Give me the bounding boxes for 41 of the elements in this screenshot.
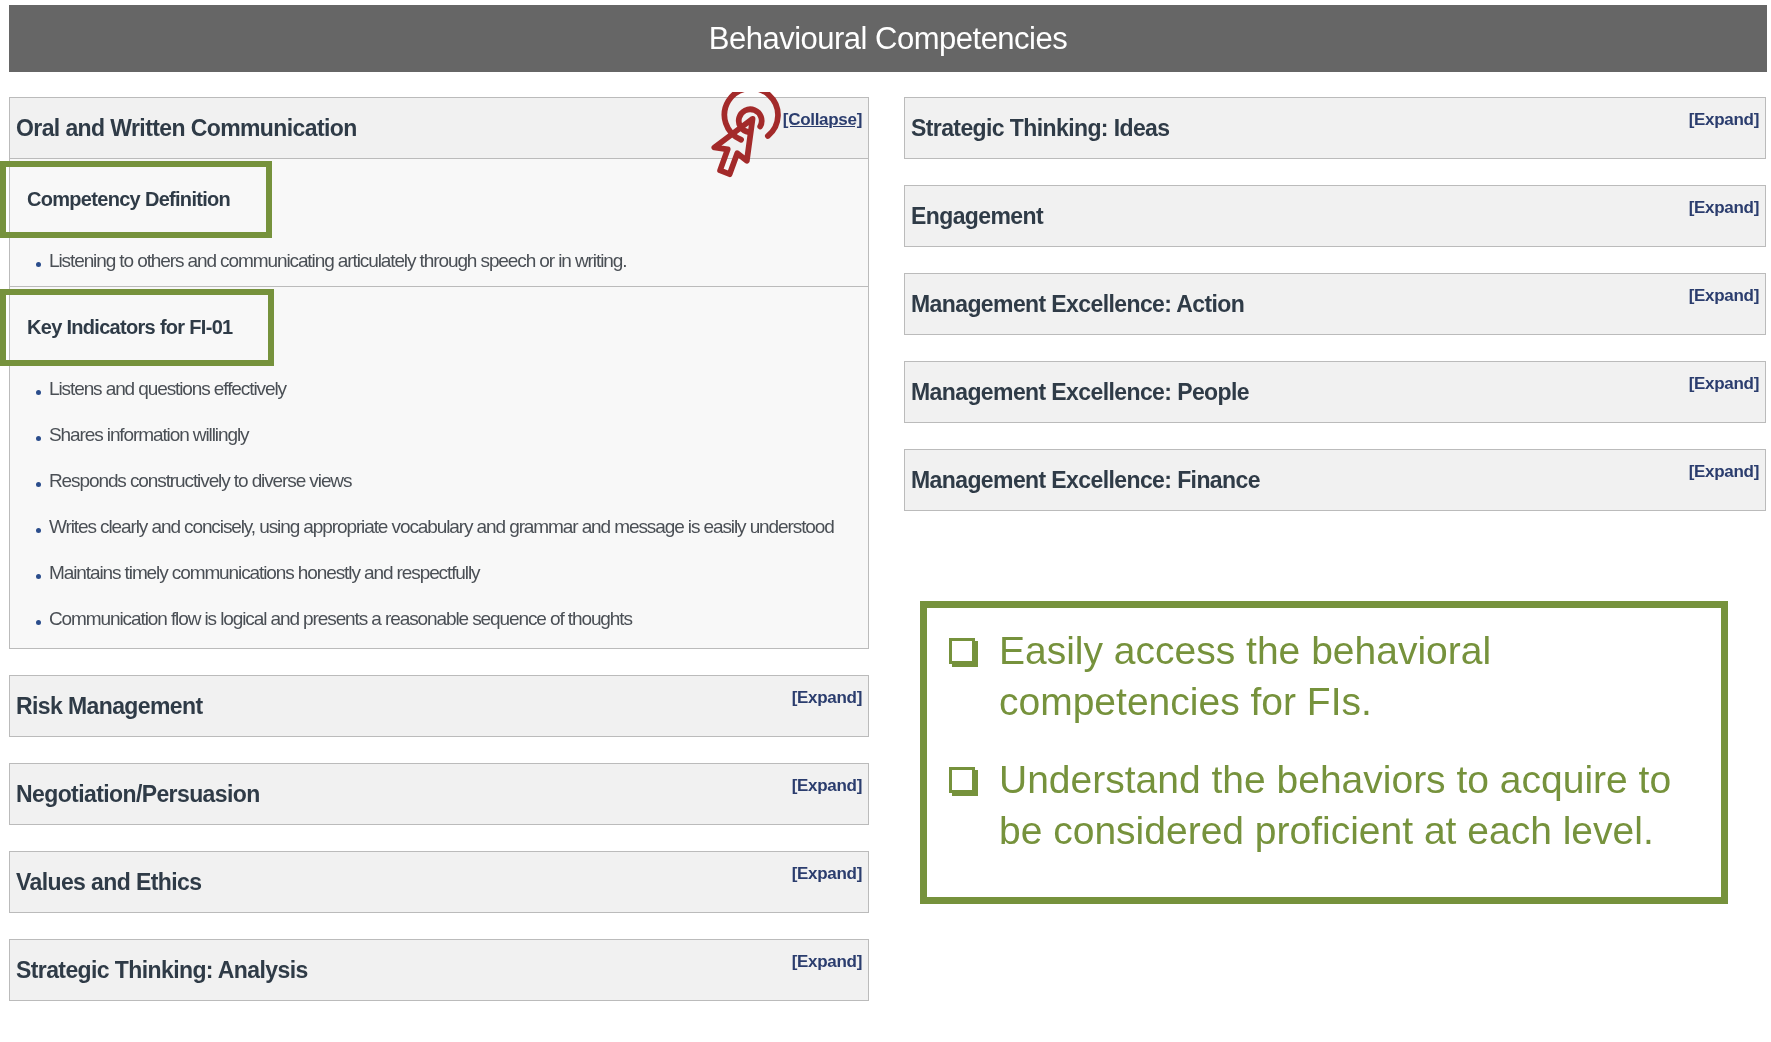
bullet-text: Listens and questions effectively bbox=[49, 378, 286, 400]
expand-link[interactable]: [Expand] bbox=[1688, 462, 1759, 482]
bullet-icon bbox=[36, 619, 41, 625]
panel-title: Negotiation/Persuasion bbox=[16, 780, 261, 808]
panel-title: Management Excellence: People bbox=[911, 378, 1250, 406]
expand-link[interactable]: [Expand] bbox=[1688, 110, 1759, 130]
bullet-icon bbox=[36, 527, 41, 533]
panel-title: Strategic Thinking: Ideas bbox=[911, 114, 1171, 142]
callout-text: Understand the behaviors to acquire to be considered proficient at each level. bbox=[999, 757, 1673, 855]
section-heading: Key Indicators for FI-01 bbox=[0, 289, 275, 366]
expand-link[interactable]: [Expand] bbox=[791, 864, 862, 884]
panel-title: Management Excellence: Finance bbox=[911, 466, 1261, 494]
expand-link[interactable]: [Expand] bbox=[791, 688, 862, 708]
bullet-text: Writes clearly and concisely, using appropriate vocabulary and grammar and message is easily understood bbox=[49, 516, 834, 538]
expand-link[interactable]: [Expand] bbox=[1688, 286, 1759, 306]
collapse-link[interactable]: [Collapse] bbox=[782, 110, 862, 130]
page-title: Behavioural Competencies bbox=[9, 5, 1767, 72]
panel-title: Oral and Written Communication bbox=[16, 114, 358, 142]
bullet-icon bbox=[36, 389, 41, 395]
checkbox-icon bbox=[949, 767, 975, 794]
bullet-text: Shares information willingly bbox=[49, 424, 249, 446]
panel-title: Engagement bbox=[911, 202, 1045, 230]
bullet-icon bbox=[36, 435, 41, 441]
expand-link[interactable]: [Expand] bbox=[791, 952, 862, 972]
panel-title: Management Excellence: Action bbox=[911, 290, 1246, 318]
expand-link[interactable]: [Expand] bbox=[791, 776, 862, 796]
panel-title: Strategic Thinking: Analysis bbox=[16, 956, 309, 984]
bullet-icon bbox=[36, 481, 41, 487]
panel-title: Risk Management bbox=[16, 692, 204, 720]
bullet-text: Listening to others and communicating articulately through speech or in writing. bbox=[49, 250, 627, 272]
checkbox-icon bbox=[949, 638, 975, 664]
section-heading: Competency Definition bbox=[0, 161, 273, 238]
bullet-text: Communication flow is logical and presents a reasonable sequence of thoughts bbox=[49, 608, 632, 630]
bullet-icon bbox=[36, 261, 41, 267]
callout-text: Easily access the behavioral competencies for FIs. bbox=[999, 628, 1493, 725]
expand-link[interactable]: [Expand] bbox=[1688, 374, 1759, 394]
bullet-text: Responds constructively to diverse views bbox=[49, 470, 352, 492]
expand-link[interactable]: [Expand] bbox=[1688, 198, 1759, 218]
panel-title: Values and Ethics bbox=[16, 868, 203, 896]
bullet-icon bbox=[36, 573, 41, 579]
bullet-text: Maintains timely communications honestly and respectfully bbox=[49, 562, 480, 584]
